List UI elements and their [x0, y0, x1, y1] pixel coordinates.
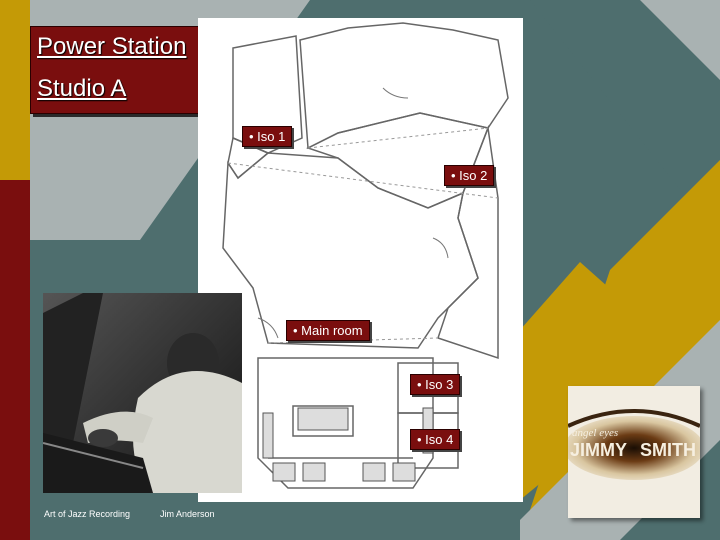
- footer-author: Jim Anderson: [160, 509, 215, 519]
- label-iso3: • Iso 3: [410, 374, 461, 395]
- floor-plan-drawing: [222, 22, 509, 489]
- album-artist-last: SMITH: [640, 440, 696, 460]
- title-line-2: Studio A: [37, 75, 127, 102]
- album-cover-image: angel eyes JIMMY SMITH: [568, 386, 700, 518]
- footer-course-title: Art of Jazz Recording: [44, 509, 131, 519]
- label-main-room: • Main room: [286, 320, 370, 341]
- pianist-photo: [43, 293, 242, 493]
- album-title-text: angel eyes: [572, 427, 618, 439]
- label-iso1: • Iso 1: [242, 126, 293, 147]
- title-line-1: Power Station: [37, 33, 187, 60]
- floor-plan: • Iso 1 • Iso 2 • Main room • Iso 3 • Is…: [198, 18, 523, 502]
- pianist-photo-image: [43, 293, 242, 493]
- album-artist-first: JIMMY: [570, 440, 627, 460]
- label-iso2: • Iso 2: [444, 165, 495, 186]
- album-cover: angel eyes JIMMY SMITH: [568, 386, 700, 518]
- label-iso4: • Iso 4: [410, 429, 461, 450]
